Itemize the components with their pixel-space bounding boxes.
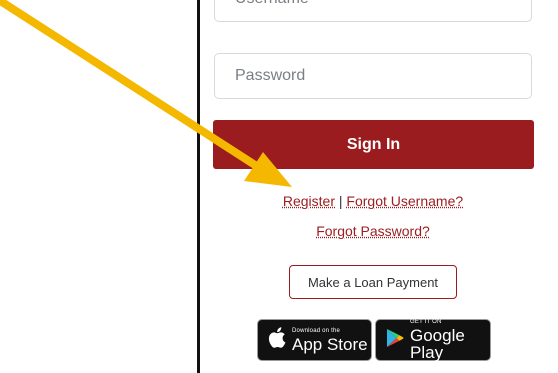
password-input[interactable] [214,53,532,99]
google-play-icon [386,328,404,353]
app-store-title: App Store [292,334,368,354]
app-store-badge[interactable]: Download on the App Store [257,319,372,361]
make-loan-payment-button[interactable]: Make a Loan Payment [289,265,457,299]
screenshot-stage: Sign In Register | Forgot Username? Forg… [0,0,558,373]
login-panel: Sign In Register | Forgot Username? Forg… [200,0,558,373]
google-play-title: Google Play [410,326,465,362]
forgot-username-link[interactable]: Forgot Username? [346,193,463,209]
google-play-caption: GET IT ON [410,319,442,325]
register-link[interactable]: Register [283,193,335,209]
app-store-caption: Download on the [292,327,341,334]
username-input[interactable] [214,0,532,22]
forgot-password-link[interactable]: Forgot Password? [316,223,430,239]
sign-in-button[interactable]: Sign In [213,120,534,169]
forgot-password-row: Forgot Password? [200,223,546,239]
link-separator: | [338,193,343,209]
account-links-row: Register | Forgot Username? [200,193,546,209]
google-play-badge[interactable]: GET IT ON Google Play [375,319,491,361]
apple-icon [268,327,286,353]
